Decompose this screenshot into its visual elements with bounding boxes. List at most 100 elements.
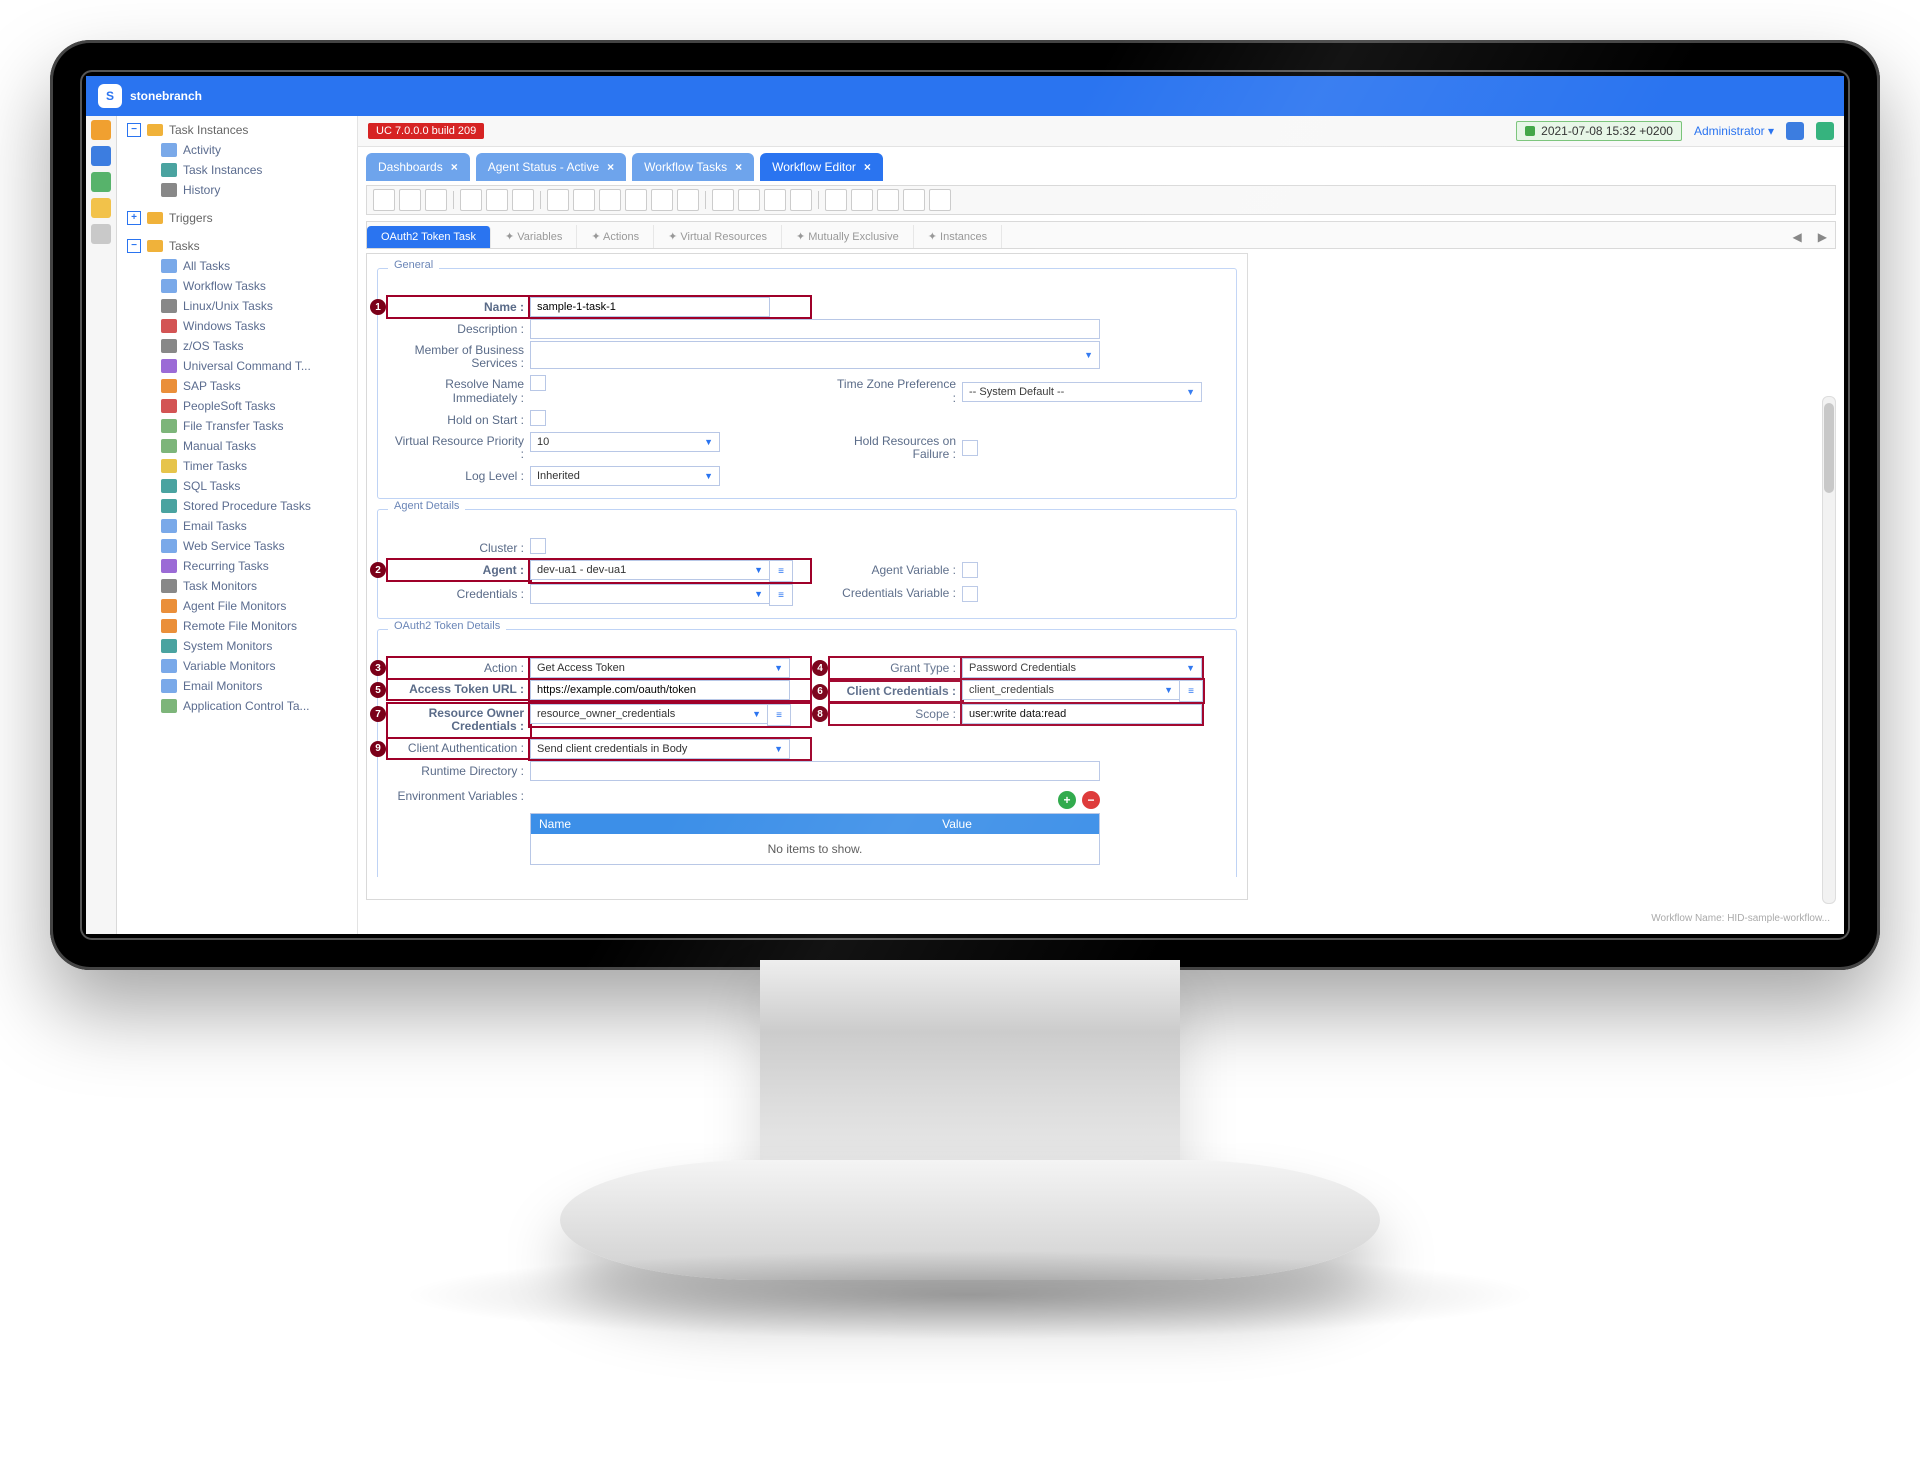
- select-action[interactable]: Get Access Token▼: [530, 658, 790, 678]
- input-token-url[interactable]: [530, 680, 790, 700]
- nav-item-task-monitors[interactable]: Task Monitors: [123, 576, 351, 596]
- select-client-credentials[interactable]: client_credentials▼: [962, 680, 1180, 700]
- input-name[interactable]: [530, 297, 770, 317]
- tb-refresh[interactable]: [929, 189, 951, 211]
- tab-workflow-tasks[interactable]: Workflow Tasks×: [632, 153, 754, 181]
- nav-item-task-instances[interactable]: Task Instances: [123, 160, 351, 180]
- tb-save[interactable]: [399, 189, 421, 211]
- nav-item-peoplesoft-tasks[interactable]: PeopleSoft Tasks: [123, 396, 351, 416]
- tb-layout[interactable]: [825, 189, 847, 211]
- tabs-prev[interactable]: ◀: [1785, 226, 1810, 248]
- tb-delete[interactable]: [677, 189, 699, 211]
- remove-env-var-button[interactable]: −: [1082, 791, 1100, 809]
- select-credentials[interactable]: ▼: [530, 584, 770, 604]
- checkbox-agent-variable[interactable]: [962, 562, 978, 578]
- close-icon[interactable]: ×: [607, 160, 614, 174]
- nav-item-sap-tasks[interactable]: SAP Tasks: [123, 376, 351, 396]
- picker-credentials[interactable]: ≡: [769, 584, 793, 606]
- subtab-variables[interactable]: ✦ Variables: [491, 225, 577, 248]
- picker-roc[interactable]: ≡: [767, 704, 791, 726]
- select-client-auth[interactable]: Send client credentials in Body▼: [530, 739, 790, 759]
- tab-workflow-editor[interactable]: Workflow Editor×: [760, 153, 883, 181]
- nav-item-recurring-tasks[interactable]: Recurring Tasks: [123, 556, 351, 576]
- nav-tree[interactable]: −Task Instances Activity Task Instances …: [117, 116, 358, 934]
- tb-redo[interactable]: [573, 189, 595, 211]
- help-icon[interactable]: [1786, 122, 1804, 140]
- tabs-next[interactable]: ▶: [1810, 226, 1835, 248]
- tb-copy[interactable]: [599, 189, 621, 211]
- nav-item-system-monitors[interactable]: System Monitors: [123, 636, 351, 656]
- input-scope[interactable]: [962, 704, 1202, 724]
- tb-pkg[interactable]: [903, 189, 925, 211]
- subtab-virtual-resources[interactable]: ✦ Virtual Resources: [654, 225, 782, 248]
- nav-item-workflow-tasks[interactable]: Workflow Tasks: [123, 276, 351, 296]
- scrollbar-thumb[interactable]: [1824, 403, 1834, 493]
- picker-client-credentials[interactable]: ≡: [1179, 680, 1203, 702]
- status-icon[interactable]: [1816, 122, 1834, 140]
- tb-connect[interactable]: [486, 189, 508, 211]
- select-vrp[interactable]: 10▼: [530, 432, 720, 452]
- input-runtime-dir[interactable]: [530, 761, 1100, 781]
- select-business-services[interactable]: ▼: [530, 341, 1100, 369]
- select-grant-type[interactable]: Password Credentials▼: [962, 658, 1202, 678]
- subtab-mutually-exclusive[interactable]: ✦ Mutually Exclusive: [782, 225, 914, 248]
- checkbox-credentials-variable[interactable]: [962, 586, 978, 602]
- nav-item-webservice-tasks[interactable]: Web Service Tasks: [123, 536, 351, 556]
- nav-item-agent-file-monitors[interactable]: Agent File Monitors: [123, 596, 351, 616]
- tb-paste[interactable]: [625, 189, 647, 211]
- tb-zoom-out[interactable]: [738, 189, 760, 211]
- checkbox-cluster[interactable]: [530, 538, 546, 554]
- server-clock[interactable]: 2021-07-08 15:32 +0200: [1516, 121, 1682, 141]
- select-roc[interactable]: resource_owner_credentials▼: [530, 704, 768, 724]
- tb-line[interactable]: [512, 189, 534, 211]
- rail-icon-5[interactable]: [91, 224, 111, 244]
- nav-item-appcontrol-tasks[interactable]: Application Control Ta...: [123, 696, 351, 716]
- close-icon[interactable]: ×: [735, 160, 742, 174]
- nav-item-storedproc-tasks[interactable]: Stored Procedure Tasks: [123, 496, 351, 516]
- close-icon[interactable]: ×: [451, 160, 458, 174]
- tab-dashboards[interactable]: Dashboards×: [366, 153, 470, 181]
- tb-new[interactable]: [373, 189, 395, 211]
- vertical-scrollbar[interactable]: [1822, 396, 1836, 904]
- rail-icon-3[interactable]: [91, 172, 111, 192]
- nav-item-remote-file-monitors[interactable]: Remote File Monitors: [123, 616, 351, 636]
- select-timezone[interactable]: -- System Default --▼: [962, 382, 1202, 402]
- nav-toggle-tasks[interactable]: −Tasks: [123, 236, 351, 256]
- col-value[interactable]: Value: [815, 814, 1099, 834]
- subtab-instances[interactable]: ✦ Instances: [914, 225, 1002, 248]
- checkbox-hold-start[interactable]: [530, 410, 546, 426]
- nav-item-activity[interactable]: Activity: [123, 140, 351, 160]
- col-name[interactable]: Name: [531, 814, 815, 834]
- nav-toggle-triggers[interactable]: +Triggers: [123, 208, 351, 228]
- nav-item-linux-tasks[interactable]: Linux/Unix Tasks: [123, 296, 351, 316]
- subtab-oauth2-task[interactable]: OAuth2 Token Task: [367, 226, 491, 248]
- nav-item-windows-tasks[interactable]: Windows Tasks: [123, 316, 351, 336]
- picker-agent[interactable]: ≡: [769, 560, 793, 582]
- select-loglevel[interactable]: Inherited▼: [530, 466, 720, 486]
- tb-run[interactable]: [877, 189, 899, 211]
- checkbox-hold-resources[interactable]: [962, 440, 978, 456]
- subtab-actions[interactable]: ✦ Actions: [577, 225, 654, 248]
- rail-icon-1[interactable]: [91, 120, 111, 140]
- tb-cut[interactable]: [651, 189, 673, 211]
- tb-print[interactable]: [425, 189, 447, 211]
- tab-agent-status[interactable]: Agent Status - Active×: [476, 153, 626, 181]
- nav-item-uc-tasks[interactable]: Universal Command T...: [123, 356, 351, 376]
- nav-item-email-tasks[interactable]: Email Tasks: [123, 516, 351, 536]
- rail-icon-4[interactable]: [91, 198, 111, 218]
- tb-zoom-in[interactable]: [712, 189, 734, 211]
- tb-pointer[interactable]: [460, 189, 482, 211]
- user-menu[interactable]: Administrator ▾: [1694, 124, 1774, 138]
- select-agent[interactable]: dev-ua1 - dev-ua1▼: [530, 560, 770, 580]
- nav-toggle-task-instances[interactable]: −Task Instances: [123, 120, 351, 140]
- tb-zoom-actual[interactable]: [790, 189, 812, 211]
- tb-undo[interactable]: [547, 189, 569, 211]
- nav-item-all-tasks[interactable]: All Tasks: [123, 256, 351, 276]
- add-env-var-button[interactable]: +: [1058, 791, 1076, 809]
- nav-item-email-monitors[interactable]: Email Monitors: [123, 676, 351, 696]
- nav-item-history[interactable]: History: [123, 180, 351, 200]
- nav-item-zos-tasks[interactable]: z/OS Tasks: [123, 336, 351, 356]
- tb-zoom-fit[interactable]: [764, 189, 786, 211]
- nav-item-sql-tasks[interactable]: SQL Tasks: [123, 476, 351, 496]
- close-icon[interactable]: ×: [864, 160, 871, 174]
